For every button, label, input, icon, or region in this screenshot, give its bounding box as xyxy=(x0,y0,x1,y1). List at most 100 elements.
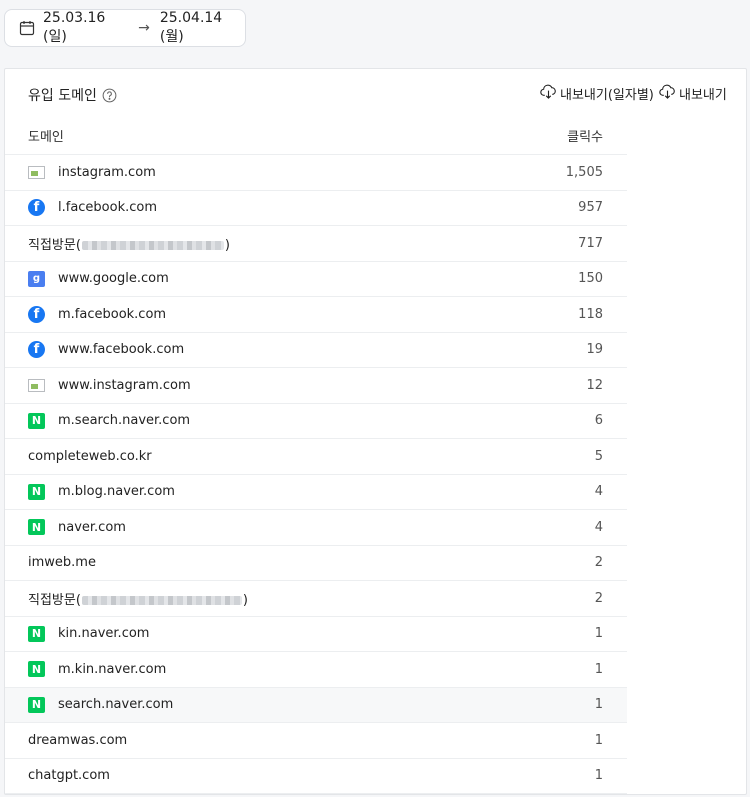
table-row[interactable]: Nsearch.naver.com 1 xyxy=(5,687,627,723)
domain-name: instagram.com xyxy=(58,165,156,180)
domain-cell: Nnaver.com xyxy=(28,519,126,536)
table-row[interactable]: Nnaver.com 4 xyxy=(5,510,627,546)
domain-name: www.facebook.com xyxy=(58,342,184,357)
click-count: 5 xyxy=(594,448,603,464)
table-row[interactable]: f m.facebook.com 118 xyxy=(5,297,627,333)
facebook-icon: f xyxy=(28,341,45,359)
click-count: 1 xyxy=(594,732,603,748)
export-daily-button[interactable]: 내보내기(일자별) xyxy=(540,83,654,103)
table-row[interactable]: 직접방문() 2 xyxy=(5,581,627,617)
domain-text: www.instagram.com xyxy=(58,377,191,393)
click-count: 2 xyxy=(594,590,603,606)
table-header: 도메인 클릭수 xyxy=(5,116,627,155)
domain-text: www.facebook.com xyxy=(58,342,185,358)
domain-text: imweb.me xyxy=(28,555,96,571)
table-row[interactable]: 직접방문() 717 xyxy=(5,226,627,262)
domain-text: m.facebook.com xyxy=(58,306,167,322)
domain-cell: f www.facebook.com xyxy=(28,341,184,359)
naver-icon: N xyxy=(28,519,45,536)
domain-cell: Nkin.naver.com xyxy=(28,625,149,642)
domain-cell: www.instagram.com xyxy=(28,378,191,393)
domain-suffix: ) xyxy=(242,592,248,608)
table-row[interactable]: Nm.kin.naver.com 1 xyxy=(5,652,627,688)
redacted-text xyxy=(81,240,224,250)
table-row[interactable]: www.instagram.com 12 xyxy=(5,368,627,404)
click-count: 1 xyxy=(594,697,603,713)
click-count: 957 xyxy=(578,200,603,216)
click-count: 12 xyxy=(586,377,603,393)
domain-cell: 직접방문() xyxy=(28,589,248,608)
cloud-download-icon xyxy=(540,84,557,103)
domain-cell: g www.google.com xyxy=(28,270,169,287)
click-count: 150 xyxy=(578,271,603,287)
domain-text: l.facebook.com xyxy=(58,200,158,216)
domain-name: kin.naver.com xyxy=(58,626,149,641)
domain-suffix: ) xyxy=(224,237,230,253)
export-button[interactable]: 내보내기 xyxy=(659,83,727,103)
cloud-download-icon xyxy=(659,84,676,103)
click-count: 1 xyxy=(594,626,603,642)
click-count: 118 xyxy=(578,306,603,322)
naver-icon: N xyxy=(28,696,45,713)
domain-name: m.facebook.com xyxy=(58,307,166,322)
domain-name: completeweb.co.kr xyxy=(28,449,152,464)
domain-name: l.facebook.com xyxy=(58,200,157,215)
redacted-text xyxy=(81,595,242,605)
table-row[interactable]: Nm.search.naver.com 6 xyxy=(5,404,627,439)
domain-text: m.kin.naver.com xyxy=(58,661,167,677)
table-row[interactable]: g www.google.com 150 xyxy=(5,262,627,297)
table-row[interactable]: Nm.blog.naver.com 4 xyxy=(5,475,627,510)
domain-table: 도메인 클릭수 instagram.com 1,505 f l.facebook.co… xyxy=(5,116,627,794)
domain-text: 직접방문( xyxy=(28,237,81,253)
domain-name: chatgpt.com xyxy=(28,768,110,783)
domain-name: 직접방문() xyxy=(28,234,230,253)
domain-cell: f m.facebook.com xyxy=(28,305,166,323)
google-icon: g xyxy=(28,270,45,287)
table-row[interactable]: imweb.me 2 xyxy=(5,546,627,581)
broken-image-icon xyxy=(28,378,45,392)
table-row[interactable]: dreamwas.com 1 xyxy=(5,723,627,759)
domain-name: 직접방문() xyxy=(28,589,248,608)
table-row[interactable]: completeweb.co.kr 5 xyxy=(5,439,627,475)
table-row[interactable]: chatgpt.com 1 xyxy=(5,759,627,794)
date-range-picker[interactable]: 25.03.16 (일) → 25.04.14 (월) xyxy=(4,9,246,47)
domain-cell: Nm.search.naver.com xyxy=(28,412,190,429)
table-row[interactable]: instagram.com 1,505 xyxy=(5,155,627,191)
domain-cell: Nm.kin.naver.com xyxy=(28,661,167,678)
click-count: 2 xyxy=(594,555,603,571)
domain-cell: Nsearch.naver.com xyxy=(28,696,174,713)
domain-text: kin.naver.com xyxy=(58,626,150,642)
click-count: 6 xyxy=(594,413,603,429)
table-row[interactable]: f l.facebook.com 957 xyxy=(5,191,627,226)
domain-name: www.instagram.com xyxy=(58,378,191,393)
column-header-domain[interactable]: 도메인 xyxy=(28,126,64,145)
domain-text: www.google.com xyxy=(58,271,169,287)
column-header-clicks[interactable]: 클릭수 xyxy=(567,126,603,145)
domain-text: completeweb.co.kr xyxy=(28,448,152,464)
domain-cell: instagram.com xyxy=(28,165,156,180)
click-count: 1 xyxy=(594,768,603,784)
naver-icon: N xyxy=(28,661,45,678)
broken-image-icon xyxy=(28,165,45,179)
export-daily-label: 내보내기(일자별) xyxy=(560,87,654,103)
click-count: 4 xyxy=(594,519,603,535)
help-icon[interactable] xyxy=(102,88,117,103)
domain-text: dreamwas.com xyxy=(28,732,128,748)
table-body: instagram.com 1,505 f l.facebook.com 957 직접방문… xyxy=(5,155,627,794)
table-row[interactable]: f www.facebook.com 19 xyxy=(5,333,627,368)
domain-name: dreamwas.com xyxy=(28,733,127,748)
domain-text: m.search.naver.com xyxy=(58,413,191,429)
domain-text: search.naver.com xyxy=(58,697,174,713)
click-count: 1,505 xyxy=(565,164,603,180)
domain-text: m.blog.naver.com xyxy=(58,484,175,500)
domain-name: m.search.naver.com xyxy=(58,413,190,428)
card-header: 유입 도메인 xyxy=(28,85,117,105)
click-count: 4 xyxy=(594,484,603,500)
table-row[interactable]: Nkin.naver.com 1 xyxy=(5,617,627,652)
domain-cell: 직접방문() xyxy=(28,234,230,253)
calendar-icon xyxy=(19,20,35,36)
facebook-icon: f xyxy=(28,199,45,217)
domain-cell: f l.facebook.com xyxy=(28,199,157,217)
arrow-right-icon: → xyxy=(138,20,150,36)
domain-text: naver.com xyxy=(58,519,126,535)
